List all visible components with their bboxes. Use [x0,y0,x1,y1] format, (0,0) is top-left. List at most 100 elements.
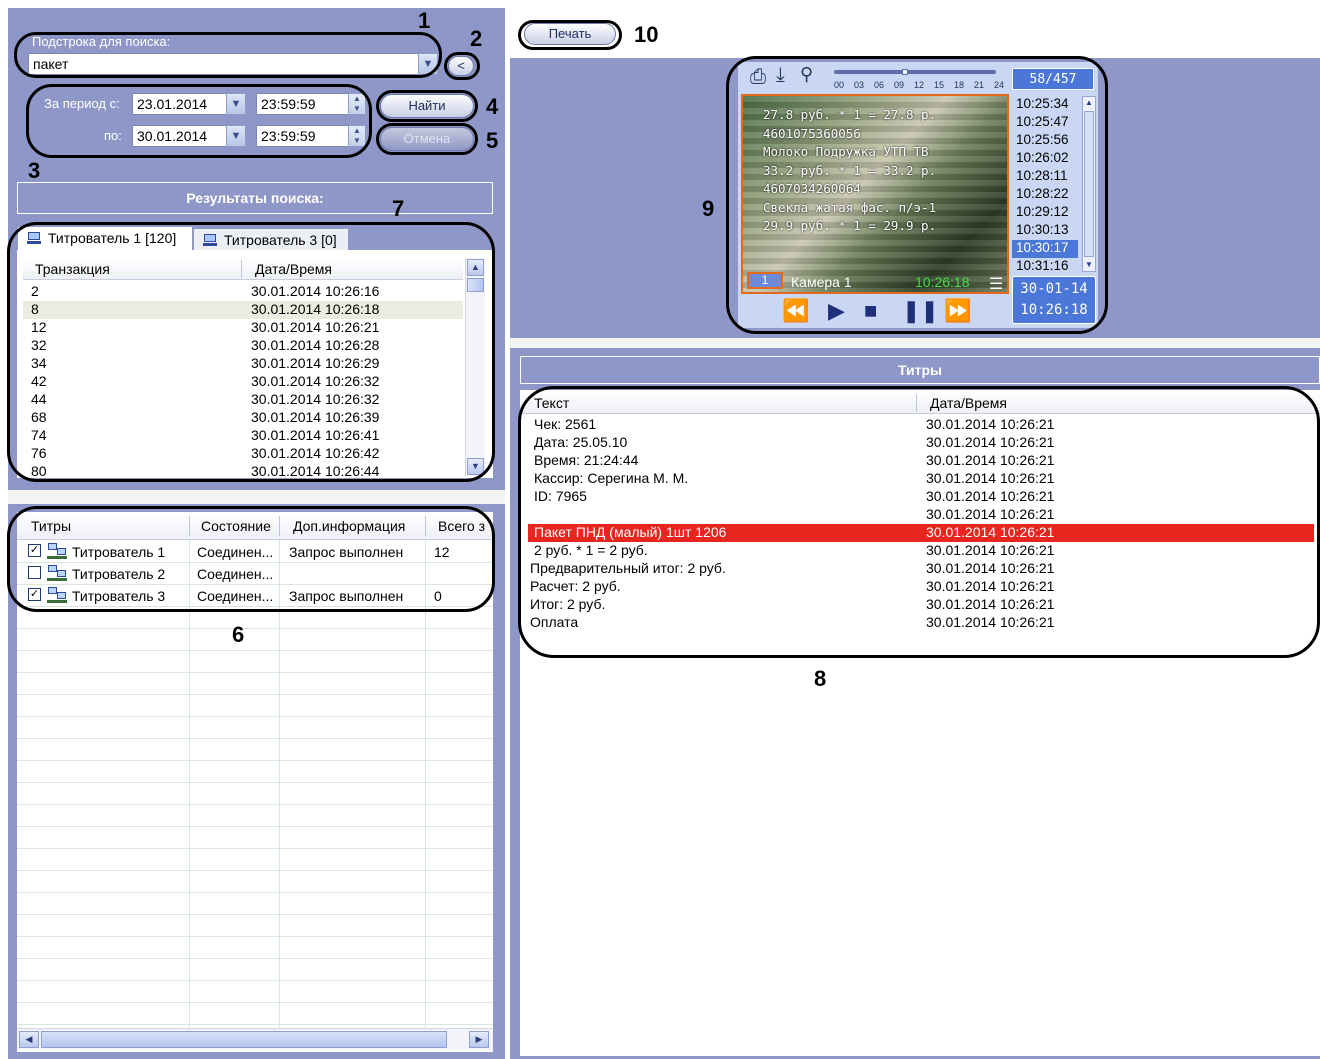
top-strip [510,8,1320,58]
titrator-checkbox[interactable]: ✓ [28,588,41,601]
title-row[interactable]: Предварительный итог: 2 руб. 30.01.2014 1… [520,560,1320,578]
callout-7: 7 [392,196,405,221]
titrator-checkbox[interactable] [28,566,41,579]
table-row[interactable]: 42 30.01.2014 10:26:32 [23,373,463,391]
titrator-device-icon [47,587,67,603]
col-text[interactable]: Текст [534,395,569,411]
table-row[interactable]: 12 30.01.2014 10:26:21 [23,319,463,337]
table-row[interactable]: 44 30.01.2014 10:26:32 [23,391,463,409]
back-button[interactable]: < [448,56,474,76]
title-row[interactable]: Чек: 2561 30.01.2014 10:26:21 [520,416,1320,434]
time-item[interactable]: 10:26:02 [1012,150,1078,168]
titrator-checkbox[interactable]: ✓ [28,544,41,557]
period-to-label: по: [104,128,122,143]
table-row[interactable]: 80 30.01.2014 10:26:44 [23,463,463,476]
to-date-input[interactable]: 30.01.2014 [132,125,228,147]
camera-frame[interactable]: 27.8 руб. * 1 = 27.8 р. 4601075360056 Мо… [741,94,1009,294]
col-state[interactable]: Состояние [201,518,271,534]
time-item[interactable]: 10:31:16 [1012,258,1078,272]
scroll-up-icon[interactable]: ▲ [467,259,484,276]
from-time-input[interactable]: 23:59:59 [256,93,350,115]
title-row[interactable]: 30.01.2014 10:26:21 [520,506,1320,524]
times-scrollbar[interactable]: ▲ ▼ [1082,96,1096,272]
scroll-down-icon[interactable]: ▼ [1083,259,1095,271]
title-row[interactable]: Время: 21:24:44 30.01.2014 10:26:21 [520,452,1320,470]
chevron-down-icon[interactable]: ▼ [418,53,438,75]
titrator-row[interactable]: ✓ Титрователь 1 Соединен... Запрос выпол… [17,542,493,564]
col-divider [189,516,190,536]
scroll-right-icon[interactable]: ▶ [469,1031,489,1048]
scroll-thumb[interactable] [1084,111,1094,257]
callout-2: 2 [470,26,483,51]
col-divider [241,260,242,278]
col-titles[interactable]: Титры [31,518,71,534]
col-info[interactable]: Доп.информация [293,518,405,534]
to-time-input[interactable]: 23:59:59 [256,125,350,147]
scroll-thumb[interactable] [467,278,484,292]
download-icon[interactable]: ⤓ [776,64,785,87]
table-row[interactable]: 34 30.01.2014 10:26:29 [23,355,463,373]
right-panel-separator [510,338,1320,348]
time-item[interactable]: 10:25:56 [1012,132,1078,150]
stop-icon[interactable]: ■ [864,300,877,322]
fast-forward-icon[interactable]: ⏩ [944,300,971,322]
titrators-grid: ✓ Титрователь 1 Соединен... Запрос выпол… [17,540,493,1028]
time-item-selected[interactable]: 10:30:17 [1012,240,1078,258]
scroll-down-icon[interactable]: ▼ [467,458,484,475]
play-icon[interactable]: ▶ [828,300,845,322]
time-display: 10:26:18 [1020,302,1088,318]
table-row[interactable]: 8 30.01.2014 10:26:18 [23,301,463,319]
from-date-input[interactable]: 23.01.2014 [132,93,228,115]
col-transaction[interactable]: Транзакция [35,261,110,277]
table-row[interactable]: 68 30.01.2014 10:26:39 [23,409,463,427]
from-date-dropdown-icon[interactable]: ▼ [226,93,246,115]
titles-table-header: Текст Дата/Время [520,392,1320,414]
col-total[interactable]: Всего з [438,518,493,534]
table-row[interactable]: 76 30.01.2014 10:26:42 [23,445,463,463]
callout-8: 8 [814,666,827,691]
table-row[interactable]: 32 30.01.2014 10:26:28 [23,337,463,355]
time-item[interactable]: 10:28:11 [1012,168,1078,186]
title-row[interactable]: Дата: 25.05.10 30.01.2014 10:26:21 [520,434,1320,452]
find-button[interactable]: Найти [380,94,474,118]
rewind-icon[interactable]: ⏪ [782,300,809,322]
title-row[interactable]: 2 руб. * 1 = 2 руб. 30.01.2014 10:26:21 [520,542,1320,560]
timeline-handle[interactable] [902,69,908,75]
title-row[interactable]: Расчет: 2 руб. 30.01.2014 10:26:21 [520,578,1320,596]
titrators-hscrollbar[interactable]: ◀ ▶ [17,1028,493,1050]
results-scrollbar[interactable]: ▲ ▼ [465,258,485,476]
scroll-thumb[interactable] [41,1031,447,1048]
menu-icon[interactable]: ☰ [989,274,1003,292]
time-item[interactable]: 10:25:47 [1012,114,1078,132]
search-substring-input[interactable]: пакет [28,53,420,75]
title-row[interactable]: ID: 7965 30.01.2014 10:26:21 [520,488,1320,506]
tab-titrator-3[interactable]: Титрователь 3 [0] [193,228,349,252]
table-row[interactable]: 74 30.01.2014 10:26:41 [23,427,463,445]
title-row[interactable]: Кассир: Серегина М. М. 30.01.2014 10:26:2… [520,470,1320,488]
time-item[interactable]: 10:28:22 [1012,186,1078,204]
from-time-spinner[interactable]: ▲ ▼ [348,93,366,115]
time-item[interactable]: 10:29:12 [1012,204,1078,222]
tab-titrator-1[interactable]: Титрователь 1 [120] [17,226,193,250]
print-button[interactable]: Печать [524,23,616,45]
cancel-button[interactable]: Отмена [380,127,474,151]
scroll-up-icon[interactable]: ▲ [1083,97,1095,109]
to-date-dropdown-icon[interactable]: ▼ [226,125,246,147]
frame-counter: 58/457 [1012,68,1094,90]
titrator-row[interactable]: ✓ Титрователь 3 Соединен... Запрос выпол… [17,586,493,608]
col-datetime[interactable]: Дата/Время [255,261,332,277]
to-time-spinner[interactable]: ▲ ▼ [348,125,366,147]
table-row[interactable]: 2 30.01.2014 10:26:16 [23,283,463,301]
title-row[interactable]: Оплата 30.01.2014 10:26:21 [520,614,1320,632]
scroll-left-icon[interactable]: ◀ [19,1031,39,1048]
timeline-slider[interactable] [834,70,996,74]
title-row[interactable]: Итог: 2 руб. 30.01.2014 10:26:21 [520,596,1320,614]
col-datetime[interactable]: Дата/Время [930,395,1007,411]
titrator-row[interactable]: Титрователь 2 Соединен... [17,564,493,586]
printer-icon[interactable]: ⎙ [750,66,766,89]
zoom-icon[interactable]: ⚲ [800,64,813,85]
time-item[interactable]: 10:30:13 [1012,222,1078,240]
time-item[interactable]: 10:25:34 [1012,96,1078,114]
pause-icon[interactable]: ❚❚ [902,300,939,322]
title-row-highlighted[interactable]: Пакет ПНД (малый) 1шт 1206 30.01.2014 10:… [528,524,1314,542]
